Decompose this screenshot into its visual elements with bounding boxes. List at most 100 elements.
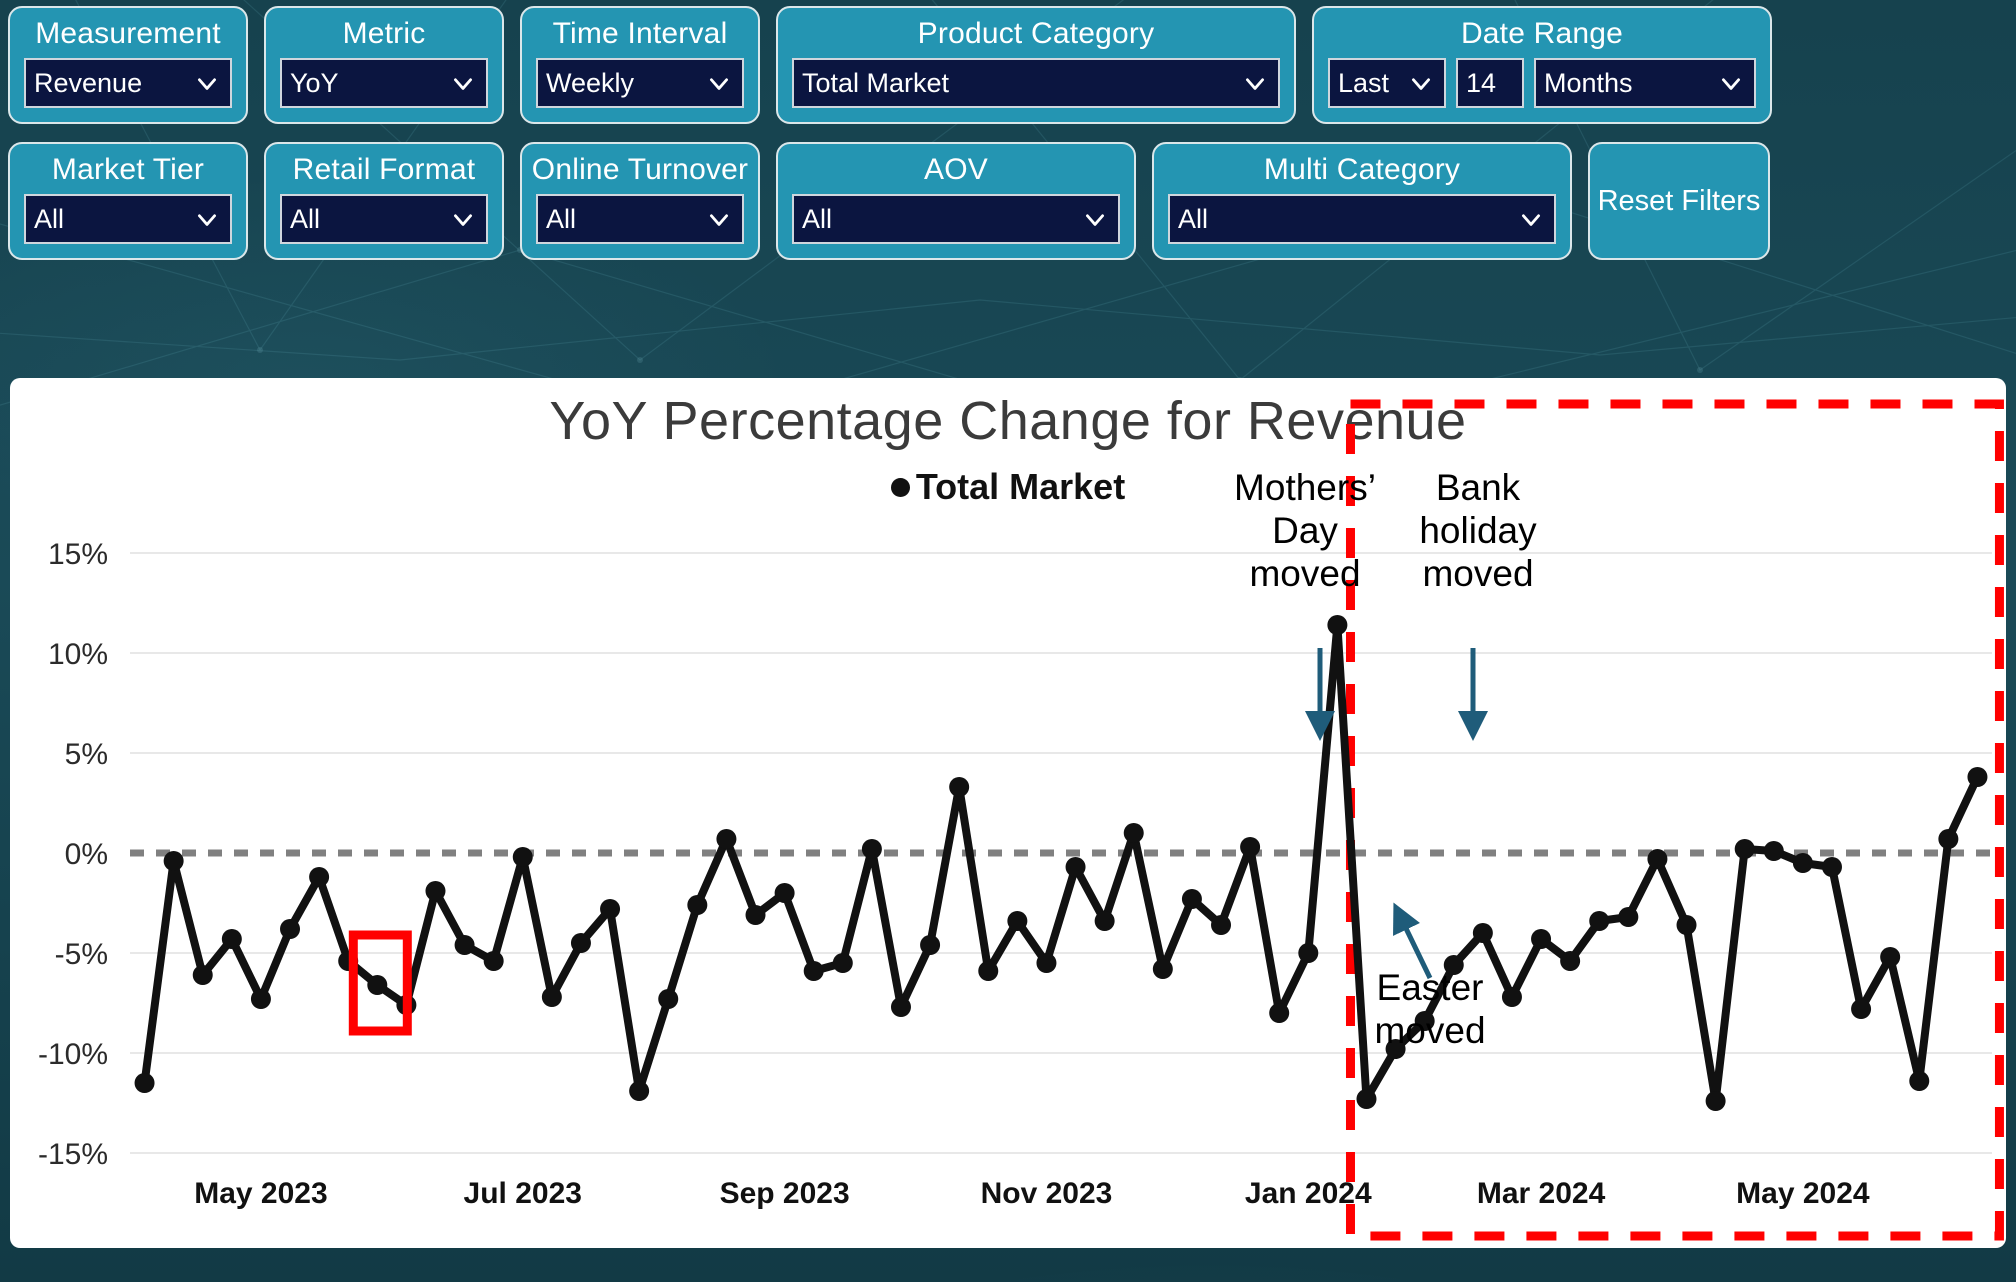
y-axis-tick-label: -5% [55, 938, 108, 971]
annotation-text-line: Day [1272, 510, 1338, 551]
metric-select[interactable]: YoY [280, 58, 488, 108]
filter-market-tier-label: Market Tier [51, 153, 205, 186]
data-point-marker [832, 953, 853, 973]
data-point-marker [1123, 823, 1144, 843]
series-line-total-market [140, 621, 1982, 1105]
date-range-count-value: 14 [1466, 67, 1497, 98]
reset-filters-button[interactable]: Reset Filters [1588, 142, 1770, 260]
filter-metric[interactable]: Metric YoY [264, 6, 504, 124]
chevron-down-icon [1718, 70, 1744, 96]
data-point-marker [1065, 857, 1086, 877]
aov-value: All [802, 203, 833, 234]
filter-product-category-label: Product Category [917, 17, 1155, 50]
annotation-text-line: moved [1374, 1010, 1485, 1051]
data-point-marker [1211, 915, 1232, 935]
y-axis-tick-label: 0% [65, 838, 108, 871]
chevron-down-icon [194, 70, 220, 96]
data-point-marker [803, 961, 824, 981]
date-range-unit-value: Months [1544, 67, 1633, 98]
chevron-down-icon [706, 70, 732, 96]
annotation-text-line: holiday [1419, 510, 1537, 551]
time-interval-value: Weekly [546, 67, 635, 98]
measurement-select[interactable]: Revenue [24, 58, 232, 108]
x-axis-tick-label: Jul 2023 [464, 1177, 582, 1210]
filter-aov-label: AOV [924, 153, 988, 186]
filter-aov[interactable]: AOV All [776, 142, 1136, 260]
data-point-marker [1531, 929, 1552, 949]
market-tier-select[interactable]: All [24, 194, 232, 244]
filter-measurement[interactable]: Measurement Revenue [8, 6, 248, 124]
data-point-marker [745, 905, 766, 925]
chevron-down-icon [706, 206, 732, 232]
chevron-down-icon [1518, 206, 1544, 232]
time-interval-select[interactable]: Weekly [536, 58, 744, 108]
filter-retail-format[interactable]: Retail Format All [264, 142, 504, 260]
data-point-marker [949, 777, 970, 797]
y-axis-tick-label: 10% [48, 638, 108, 671]
x-axis-tick-label: Nov 2023 [981, 1177, 1113, 1210]
filter-date-range[interactable]: Date Range Last 14 Months [1312, 6, 1772, 124]
data-point-marker [134, 1073, 155, 1093]
data-point-marker [1647, 849, 1668, 869]
chevron-down-icon [450, 206, 476, 232]
filter-online-turnover[interactable]: Online Turnover All [520, 142, 760, 260]
multi-category-select[interactable]: All [1168, 194, 1556, 244]
retail-format-select[interactable]: All [280, 194, 488, 244]
data-point-marker [163, 851, 184, 871]
date-range-count-input[interactable]: 14 [1456, 58, 1524, 108]
data-point-marker [309, 867, 330, 887]
data-point-marker [1734, 839, 1755, 859]
filter-time-interval-label: Time Interval [552, 17, 728, 50]
data-point-marker [1938, 829, 1959, 849]
data-point-marker [570, 933, 591, 953]
data-point-marker [774, 883, 795, 903]
filter-multi-category[interactable]: Multi Category All [1152, 142, 1572, 260]
data-point-marker [1327, 615, 1348, 635]
date-range-mode-value: Last [1338, 67, 1390, 98]
data-point-marker [1676, 915, 1697, 935]
market-tier-value: All [34, 203, 65, 234]
filter-multi-category-label: Multi Category [1263, 153, 1461, 186]
chevron-down-icon [1408, 70, 1434, 96]
date-range-unit-select[interactable]: Months [1534, 58, 1756, 108]
chevron-down-icon [1082, 206, 1108, 232]
data-point-marker [1094, 911, 1115, 931]
x-axis-tick-label: May 2024 [1736, 1177, 1870, 1210]
data-point-marker [512, 847, 533, 867]
data-point-marker [1763, 841, 1784, 861]
filter-online-turnover-label: Online Turnover [531, 153, 749, 186]
data-point-marker [541, 987, 562, 1007]
online-turnover-select[interactable]: All [536, 194, 744, 244]
date-range-controls: Last 14 Months [1328, 58, 1756, 108]
data-point-marker [221, 929, 242, 949]
aov-select[interactable]: All [792, 194, 1120, 244]
data-point-marker [1589, 911, 1610, 931]
data-point-marker [192, 965, 213, 985]
data-point-marker [1967, 767, 1988, 787]
y-axis-tick-label: 5% [65, 738, 108, 771]
data-point-marker [1269, 1003, 1290, 1023]
online-turnover-value: All [546, 203, 577, 234]
data-point-marker [1007, 911, 1028, 931]
date-range-mode-select[interactable]: Last [1328, 58, 1446, 108]
data-point-marker [890, 997, 911, 1017]
data-point-marker [1152, 959, 1173, 979]
product-category-select[interactable]: Total Market [792, 58, 1280, 108]
filter-time-interval[interactable]: Time Interval Weekly [520, 6, 760, 124]
x-axis-tick-label: Sep 2023 [720, 1177, 850, 1210]
filter-measurement-label: Measurement [35, 17, 221, 50]
y-axis-tick-label: -10% [38, 1038, 108, 1071]
filter-product-category[interactable]: Product Category Total Market [776, 6, 1296, 124]
annotation-text-line: Mothers’ [1234, 467, 1376, 508]
data-point-marker [1821, 857, 1842, 877]
product-category-value: Total Market [802, 67, 950, 98]
x-axis-tick-label: May 2023 [194, 1177, 327, 1210]
data-point-marker [1356, 1089, 1377, 1109]
retail-format-value: All [290, 203, 321, 234]
data-point-marker [1560, 951, 1581, 971]
filter-market-tier[interactable]: Market Tier All [8, 142, 248, 260]
data-point-marker [1501, 987, 1522, 1007]
data-point-marker [716, 829, 737, 849]
filter-date-range-label: Date Range [1460, 17, 1624, 50]
filter-bar: Measurement Revenue Metric YoY Time Inte… [0, 0, 2016, 260]
